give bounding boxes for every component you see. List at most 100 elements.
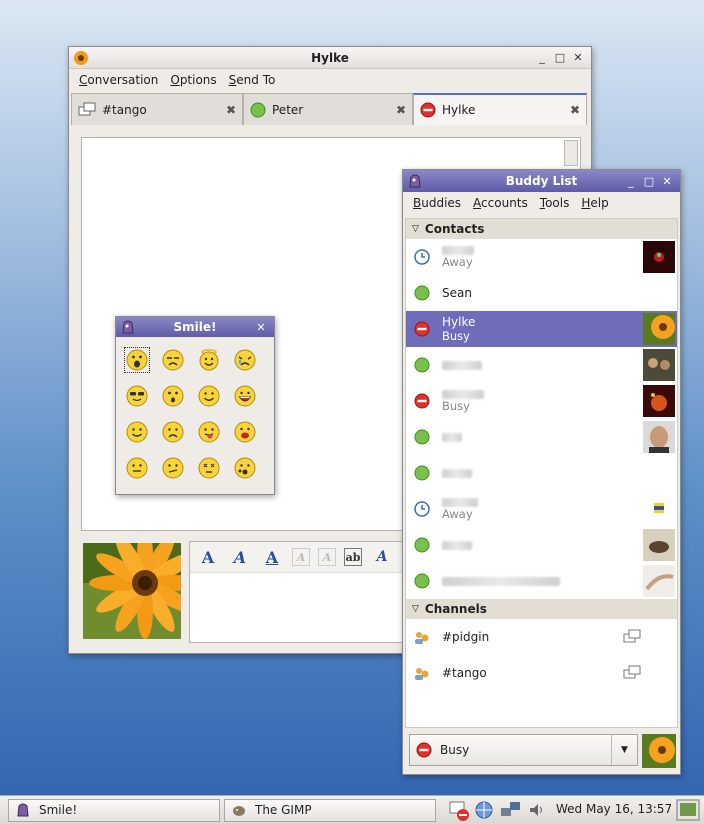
channel-row[interactable]: #tango	[406, 655, 677, 691]
expander-icon[interactable]: ▽	[412, 224, 419, 234]
crying-smiley-icon[interactable]	[160, 347, 186, 373]
tab-hylke[interactable]: Hylke ✖	[413, 93, 587, 125]
color-button[interactable]: A	[370, 546, 394, 568]
buddy-row[interactable]	[406, 419, 677, 455]
buddy-row[interactable]: Sean	[406, 275, 677, 311]
show-desktop-icon[interactable]	[676, 799, 700, 821]
people-icon	[415, 668, 429, 680]
angel-smiley-icon[interactable]	[196, 347, 222, 373]
close-button[interactable]: ✕	[571, 51, 585, 65]
tab-peter[interactable]: Peter ✖	[243, 93, 413, 125]
increase-font-button[interactable]: A	[318, 548, 336, 566]
buddy-status-text: Busy	[442, 398, 470, 413]
decrease-font-button[interactable]: A	[292, 548, 310, 566]
chat-icon	[623, 629, 641, 643]
group-contacts[interactable]: ▽ Contacts	[406, 219, 677, 239]
buddy-row[interactable]: Busy	[406, 383, 677, 419]
close-button[interactable]: ✕	[254, 320, 268, 334]
buddy-name-redacted	[442, 432, 462, 442]
buddy-row-selected[interactable]: Hylke Busy	[406, 311, 677, 347]
surprised-smiley-icon[interactable]	[160, 383, 186, 409]
buddy-avatar	[643, 385, 675, 417]
menu-buddies[interactable]: Buddies	[407, 194, 467, 212]
smiley-grid	[116, 337, 274, 491]
maximize-button[interactable]: □	[553, 51, 567, 65]
happy-smiley-icon[interactable]	[124, 419, 150, 445]
tab-close-icon[interactable]: ✖	[396, 103, 406, 117]
status-selector[interactable]: Busy ▼	[409, 734, 638, 766]
away-icon	[414, 249, 430, 265]
pidgin-busy-tray-icon[interactable]	[448, 800, 472, 822]
buddy-avatar	[643, 529, 675, 561]
buddy-avatar	[643, 421, 675, 453]
scrollbar[interactable]	[564, 140, 578, 166]
volume-icon[interactable]	[528, 801, 546, 819]
network-globe-icon[interactable]	[474, 800, 494, 820]
menu-help[interactable]: Help	[575, 194, 614, 212]
grin-smiley-icon[interactable]	[232, 383, 258, 409]
buddy-avatar	[643, 565, 675, 597]
kiss-smiley-icon[interactable]	[232, 419, 258, 445]
bold-button[interactable]: A	[196, 546, 220, 568]
menu-options[interactable]: Options	[164, 71, 222, 89]
minimize-button[interactable]: _	[624, 174, 638, 188]
minimize-button[interactable]: _	[535, 51, 549, 65]
sad-crying-smiley-icon[interactable]	[232, 347, 258, 373]
close-button[interactable]: ✕	[660, 174, 674, 188]
underline-button[interactable]: A	[260, 546, 284, 568]
flower-icon	[74, 50, 88, 65]
buddy-row[interactable]: Away	[406, 491, 677, 527]
away-icon	[414, 501, 430, 517]
clock[interactable]: Wed May 16, 13:57	[556, 802, 672, 816]
menu-tools[interactable]: Tools	[534, 194, 576, 212]
neutral-smiley-icon[interactable]	[124, 455, 150, 481]
buddy-row[interactable]	[406, 563, 677, 599]
font-face-button[interactable]: ab	[344, 548, 362, 566]
buddy-status-text: Away	[442, 254, 473, 269]
network-computers-icon[interactable]	[500, 800, 522, 820]
buddy-row[interactable]	[406, 527, 677, 563]
smiley-titlebar[interactable]: Smile! ✕	[116, 317, 274, 337]
tab-tango[interactable]: #tango ✖	[71, 93, 243, 125]
italic-button[interactable]: A	[228, 546, 252, 568]
buddy-row[interactable]	[406, 455, 677, 491]
tab-close-icon[interactable]: ✖	[226, 103, 236, 117]
buddy-status-text: Away	[442, 506, 473, 521]
maximize-button[interactable]: □	[642, 174, 656, 188]
task-gimp[interactable]: The GIMP	[224, 798, 436, 822]
chat-titlebar[interactable]: Hylke _ □ ✕	[69, 47, 591, 69]
buddy-row[interactable]	[406, 347, 677, 383]
tongue-smiley-icon[interactable]	[196, 419, 222, 445]
sick-smiley-icon[interactable]	[232, 455, 258, 481]
menu-accounts[interactable]: Accounts	[467, 194, 534, 212]
my-avatar[interactable]	[642, 734, 676, 768]
task-smile[interactable]: Smile!	[8, 798, 220, 822]
buddy-row[interactable]: Away	[406, 239, 677, 275]
available-icon	[414, 573, 430, 589]
cool-smiley-icon[interactable]	[124, 383, 150, 409]
available-icon	[250, 102, 266, 117]
busy-icon	[414, 393, 430, 409]
tab-close-icon[interactable]: ✖	[570, 103, 580, 117]
shocked-smiley-icon[interactable]	[124, 347, 150, 373]
available-icon	[414, 357, 430, 373]
pidgin-icon	[409, 174, 421, 188]
confused-smiley-icon[interactable]	[160, 455, 186, 481]
expander-icon[interactable]: ▽	[412, 604, 419, 614]
dropdown-arrow-icon[interactable]: ▼	[611, 735, 637, 765]
group-channels[interactable]: ▽ Channels	[406, 599, 677, 619]
group-label: Channels	[424, 602, 487, 616]
dizzy-smiley-icon[interactable]	[196, 455, 222, 481]
pidgin-icon	[122, 320, 134, 334]
menu-send-to[interactable]: Send To	[223, 71, 282, 89]
channel-row[interactable]: #pidgin	[406, 619, 677, 655]
task-label: Smile!	[39, 803, 78, 817]
menu-conversation[interactable]: Conversation	[73, 71, 164, 89]
buddy-icon[interactable]	[83, 543, 181, 639]
buddy-list-titlebar[interactable]: Buddy List _ □ ✕	[403, 170, 680, 192]
smile-smiley-icon[interactable]	[196, 383, 222, 409]
sad-smiley-icon[interactable]	[160, 419, 186, 445]
buddy-tree[interactable]: ▽ Contacts Away Sean Hylke Busy Busy Awa…	[405, 218, 678, 728]
task-label: The GIMP	[255, 803, 312, 817]
busy-icon	[414, 321, 430, 337]
